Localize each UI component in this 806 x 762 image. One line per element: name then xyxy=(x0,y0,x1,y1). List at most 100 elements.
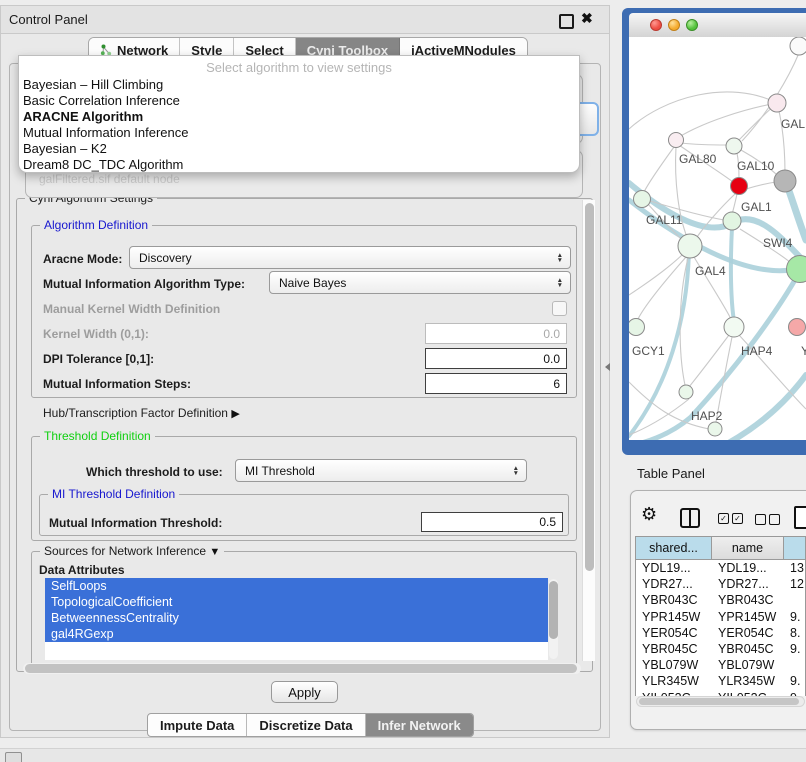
network-edge[interactable] xyxy=(638,257,686,319)
network-node-swi4[interactable] xyxy=(723,212,741,230)
network-node-hap4[interactable] xyxy=(724,317,744,337)
table-row[interactable]: YPR145WYPR145W9. xyxy=(636,609,805,625)
apply-button[interactable]: Apply xyxy=(271,681,338,703)
algorithm-option[interactable]: Bayesian – K2 xyxy=(21,141,577,157)
data-attributes-list[interactable]: SelfLoopsTopologicalCoefficientBetweenne… xyxy=(45,578,548,660)
sources-toggle[interactable]: Sources for Network Inference ▼ xyxy=(40,544,224,558)
mi-steps-input[interactable]: 6 xyxy=(425,373,567,394)
network-edge[interactable] xyxy=(732,194,737,214)
tab-infer-network[interactable]: Infer Network xyxy=(366,714,473,736)
table-row[interactable]: YBR043CYBR043C xyxy=(636,592,805,608)
table-cell: YBR045C xyxy=(712,641,784,657)
network-node-gal10[interactable] xyxy=(726,138,742,154)
network-edge[interactable] xyxy=(644,147,674,192)
dpi-tolerance-input[interactable]: 0.0 xyxy=(425,348,567,369)
data-attribute-item[interactable]: gal4RGexp xyxy=(45,626,548,642)
network-canvas[interactable]: GALGAL80GAL10GAL1GAL11SWI4GAL4GCY1HAP4YH… xyxy=(629,37,806,440)
network-node-label: GAL80 xyxy=(679,152,717,166)
network-node-label: SWI4 xyxy=(763,236,793,250)
network-edge[interactable] xyxy=(679,103,777,137)
network-node[interactable] xyxy=(787,256,806,283)
network-node-gal80[interactable] xyxy=(669,133,684,148)
table-row[interactable]: YLR345WYLR345W9. xyxy=(636,673,805,689)
network-node-y[interactable] xyxy=(789,319,806,336)
table-row[interactable]: YDR27...YDR27...12 xyxy=(636,576,805,592)
network-node-hap2[interactable] xyxy=(679,385,693,399)
table-row[interactable]: YER054CYER054C8. xyxy=(636,625,805,641)
document-icon[interactable] xyxy=(794,506,806,529)
columns-icon[interactable] xyxy=(680,508,700,528)
network-edge[interactable] xyxy=(629,255,682,295)
tab-discretize-data[interactable]: Discretize Data xyxy=(247,714,365,736)
scrollbar-thumb[interactable] xyxy=(585,203,594,571)
network-window-titlebar[interactable] xyxy=(629,13,806,38)
float-window-icon[interactable] xyxy=(559,14,574,29)
column-header-partial[interactable] xyxy=(784,537,805,560)
network-node-label: GAL1 xyxy=(741,200,772,214)
network-node[interactable] xyxy=(708,422,722,436)
kernel-width-input[interactable]: 0.0 xyxy=(425,323,567,344)
network-edge-highlighted[interactable] xyxy=(731,227,734,321)
algorithm-dropdown: Select algorithm to view settings Bayesi… xyxy=(18,55,580,173)
network-edge-highlighted[interactable] xyxy=(787,185,806,240)
scrollbar-thumb[interactable] xyxy=(549,581,558,639)
scrollbar-thumb[interactable] xyxy=(25,664,577,673)
select-all-checkboxes-icon[interactable]: ✓ ✓ xyxy=(718,513,743,524)
network-edge[interactable] xyxy=(629,399,689,435)
algorithm-option[interactable]: Dream8 DC_TDC Algorithm xyxy=(21,157,577,173)
close-traffic-light-icon[interactable] xyxy=(650,19,662,31)
table-row[interactable]: YBR045CYBR045C9. xyxy=(636,641,805,657)
tab-impute-data[interactable]: Impute Data xyxy=(148,714,247,736)
table-row[interactable]: YBL079WYBL079W xyxy=(636,657,805,673)
data-attribute-item[interactable]: TopologicalCoefficient xyxy=(45,594,548,610)
network-edge[interactable] xyxy=(777,103,785,174)
network-edge-highlighted[interactable] xyxy=(723,375,806,440)
table-row[interactable]: YDL19...YDL19...13 xyxy=(636,560,805,576)
network-node[interactable] xyxy=(774,170,796,192)
algorithm-option[interactable]: ARACNE Algorithm xyxy=(21,109,577,125)
mi-threshold-label: Mutual Information Threshold: xyxy=(49,516,222,530)
algorithm-option[interactable]: Mutual Information Inference xyxy=(21,125,577,141)
mi-algorithm-type-select[interactable]: Naive Bayes ▲▼ xyxy=(269,271,571,294)
deselect-all-checkboxes-icon[interactable] xyxy=(755,514,780,525)
table-horizontal-scrollbar[interactable] xyxy=(636,696,805,707)
network-edge[interactable] xyxy=(746,182,776,189)
network-edge[interactable] xyxy=(681,143,727,145)
data-attribute-item[interactable]: BetweennessCentrality xyxy=(45,610,548,626)
network-node-gal11[interactable] xyxy=(634,191,651,208)
unchecked-box-icon xyxy=(769,514,780,525)
table-cell: YDR27... xyxy=(636,576,712,592)
settings-vertical-scrollbar[interactable] xyxy=(582,200,595,661)
mi-steps-label: Mutual Information Steps: xyxy=(43,377,191,391)
zoom-traffic-light-icon[interactable] xyxy=(686,19,698,31)
column-header-shared-name[interactable]: shared... xyxy=(636,537,712,560)
close-icon[interactable]: ✖ xyxy=(581,10,593,27)
data-attribute-item[interactable]: SelfLoops xyxy=(45,578,548,594)
scrollbar-thumb[interactable] xyxy=(639,698,799,705)
manual-kernel-width-checkbox[interactable] xyxy=(552,301,567,316)
network-node-label: GCY1 xyxy=(632,344,665,358)
table-body[interactable]: YDL19...YDL19...13YDR27...YDR27...12YBR0… xyxy=(636,560,805,696)
minimize-traffic-light-icon[interactable] xyxy=(668,19,680,31)
mini-panel-icon[interactable] xyxy=(5,752,22,762)
hub-definition-toggle[interactable]: Hub/Transcription Factor Definition ▶ xyxy=(43,406,240,420)
algorithm-option[interactable]: Bayesian – Hill Climbing xyxy=(21,77,577,93)
algorithm-option[interactable]: Basic Correlation Inference xyxy=(21,93,577,109)
split-pane-collapse-icon[interactable] xyxy=(605,363,610,371)
network-node[interactable] xyxy=(790,37,806,55)
aracne-mode-select[interactable]: Discovery ▲▼ xyxy=(129,246,571,269)
network-node-gal[interactable] xyxy=(768,94,786,112)
gear-icon[interactable]: ⚙ xyxy=(641,504,657,525)
network-node-gal4[interactable] xyxy=(678,234,702,258)
spinner-arrows-icon: ▲▼ xyxy=(557,278,563,288)
algorithm-dropdown-hint: Select algorithm to view settings xyxy=(19,60,579,75)
mi-threshold-input[interactable]: 0.5 xyxy=(421,512,563,532)
which-threshold-select[interactable]: MI Threshold ▲▼ xyxy=(235,459,527,482)
column-header-name[interactable]: name xyxy=(712,537,784,560)
network-node-gcy1[interactable] xyxy=(629,319,645,336)
settings-horizontal-scrollbar[interactable] xyxy=(23,663,581,674)
mi-steps-value: 6 xyxy=(553,377,560,391)
attributes-scrollbar[interactable] xyxy=(549,579,558,659)
network-node-gal1[interactable] xyxy=(731,178,748,195)
unchecked-box-icon xyxy=(755,514,766,525)
